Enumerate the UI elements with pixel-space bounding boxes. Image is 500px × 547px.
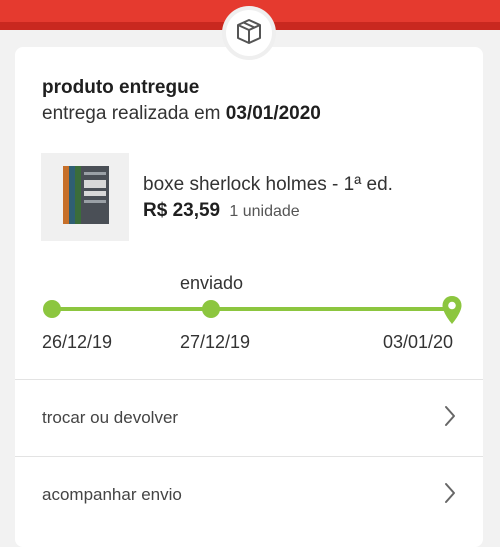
timeline-middle-label: enviado [180,273,244,293]
status-title: produto entregue [42,77,200,98]
box-icon [234,16,264,51]
timeline-date-1: 26/12/19 [42,332,113,352]
product-price: R$ 23,59 [143,200,221,221]
track-shipment-label: acompanhar envio [42,485,182,504]
chevron-right-icon [443,405,457,432]
location-pin-icon [441,295,463,330]
exchange-return-label: trocar ou devolver [42,408,179,427]
timeline-dot-1 [43,300,61,318]
chevron-right-icon [443,482,457,509]
delivery-date: 03/01/2020 [225,103,321,124]
product-thumbnail[interactable] [41,153,129,241]
product-quantity: 1 unidade [229,203,300,220]
status-badge [222,6,276,60]
timeline-track [52,307,452,311]
timeline-date-2: 27/12/19 [180,332,251,352]
exchange-return-row[interactable]: trocar ou devolver [15,380,483,456]
track-shipment-row[interactable]: acompanhar envio [15,457,483,533]
timeline-date-3: 03/01/20 [383,332,454,352]
status-prefix: entrega realizada em [42,103,221,124]
book-box-icon [55,160,115,235]
product-name[interactable]: boxe sherlock holmes - 1ª ed. [143,174,393,196]
timeline-dot-2 [202,300,220,318]
status-subtitle: entrega realizada em 03/01/2020 [42,103,321,125]
product-price-line: R$ 23,59 1 unidade [143,200,300,222]
